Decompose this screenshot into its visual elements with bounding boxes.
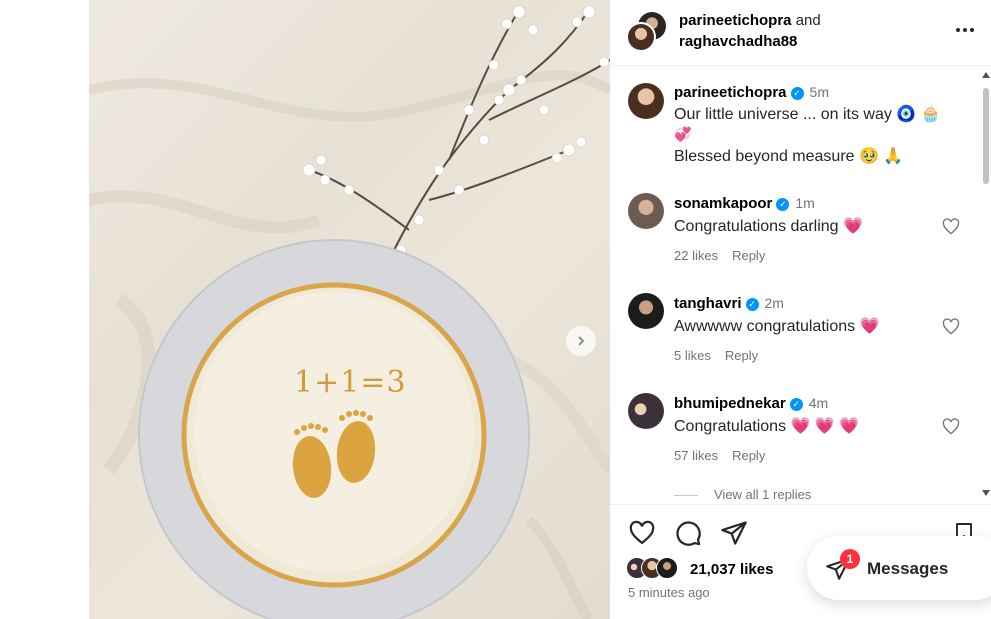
comments-list[interactable]: parineetichopra ✓ 5m Our little universe .…	[610, 67, 991, 504]
comment-username-line: bhumipednekar ✓ 4m	[674, 395, 828, 412]
comment-time[interactable]: 1m	[795, 195, 814, 211]
avatar[interactable]	[628, 293, 664, 329]
author-secondary[interactable]: raghavchadha88	[679, 31, 821, 52]
unread-badge: 1	[840, 549, 860, 569]
comment-text: Awwwww congratulations 💗	[674, 316, 964, 337]
comment-meta: 57 likes Reply	[674, 448, 779, 463]
verified-icon: ✓	[776, 198, 790, 211]
comment-username[interactable]: bhumipednekar	[674, 395, 786, 412]
scroll-down-arrow[interactable]	[982, 490, 990, 496]
verified-icon: ✓	[790, 87, 804, 100]
avatar[interactable]	[628, 83, 664, 119]
messages-button[interactable]: 1 Messages	[807, 536, 991, 600]
post-image: 1+1=3	[89, 0, 610, 619]
comment-text-body: Congratulations	[674, 418, 787, 435]
comment-emoji: 💗	[859, 318, 880, 335]
comment-text-body: Congratulations darling	[674, 218, 839, 235]
avatar	[656, 557, 678, 579]
avatar[interactable]	[628, 393, 664, 429]
view-replies-button[interactable]: View all 1 replies	[714, 487, 811, 502]
comment-emoji: 💗 💗 💗	[790, 418, 860, 435]
scroll-up-arrow[interactable]	[982, 72, 990, 78]
heart-icon[interactable]	[941, 217, 961, 237]
caption-line1: Our little universe ... on its way 🧿 🧁	[674, 106, 941, 123]
more-options-icon	[956, 28, 974, 32]
more-options-button[interactable]	[953, 18, 977, 42]
caption-time[interactable]: 5m	[810, 84, 829, 100]
comment-time[interactable]: 2m	[765, 295, 784, 311]
avatar-primary[interactable]	[626, 22, 656, 52]
avatar[interactable]	[628, 193, 664, 229]
scrollbar-thumb[interactable]	[983, 88, 989, 184]
share-icon[interactable]	[720, 519, 748, 547]
next-image-button[interactable]	[566, 326, 596, 356]
post-photo-drawing	[89, 5, 610, 619]
verified-icon: ✓	[789, 398, 803, 411]
reply-button[interactable]: Reply	[725, 348, 758, 363]
messages-label: Messages	[867, 559, 949, 578]
comment-username-line: tanghavri ✓ 2m	[674, 295, 784, 312]
post-timestamp[interactable]: 5 minutes ago	[628, 585, 710, 600]
comment-likes[interactable]: 5 likes	[674, 348, 711, 363]
chevron-right-icon	[578, 336, 585, 346]
caption-username[interactable]: parineetichopra	[674, 84, 787, 101]
heart-icon[interactable]	[628, 519, 656, 547]
comment-username[interactable]: tanghavri	[674, 295, 742, 312]
caption-line1-extra: 💞	[674, 126, 692, 142]
author-primary[interactable]: parineetichopra	[679, 12, 792, 29]
heart-icon[interactable]	[941, 417, 961, 437]
reply-button[interactable]: Reply	[732, 448, 765, 463]
verified-icon: ✓	[745, 298, 759, 311]
post-header: parineetichopra and raghavchadha88	[610, 0, 991, 66]
comment-text: Congratulations darling 💗	[674, 216, 964, 237]
cake-text: 1+1=3	[294, 365, 407, 400]
caption-username-line: parineetichopra ✓ 5m	[674, 84, 829, 101]
post-authors: parineetichopra and raghavchadha88	[679, 10, 821, 52]
reply-button[interactable]: Reply	[732, 248, 765, 263]
comment-username[interactable]: sonamkapoor	[674, 195, 772, 212]
comment-meta: 5 likes Reply	[674, 348, 772, 363]
comment-likes[interactable]: 57 likes	[674, 448, 718, 463]
post-panel: parineetichopra and raghavchadha88 parin…	[610, 0, 991, 619]
caption-line2: Blessed beyond measure 🥹 🙏	[674, 148, 904, 165]
comment-meta: 22 likes Reply	[674, 248, 779, 263]
comment-time[interactable]: 4m	[809, 395, 828, 411]
likes-count[interactable]: 21,037 likes	[690, 561, 773, 578]
comment-text: Congratulations 💗 💗 💗	[674, 416, 964, 437]
comment-username-line: sonamkapoor ✓ 1m	[674, 195, 815, 212]
comment-icon[interactable]	[674, 519, 702, 547]
comment-emoji: 💗	[843, 218, 863, 235]
comment-likes[interactable]: 22 likes	[674, 248, 718, 263]
authors-joiner: and	[795, 12, 821, 29]
heart-icon[interactable]	[941, 317, 961, 337]
comment-text-body: Awwwww congratulations	[674, 318, 856, 335]
